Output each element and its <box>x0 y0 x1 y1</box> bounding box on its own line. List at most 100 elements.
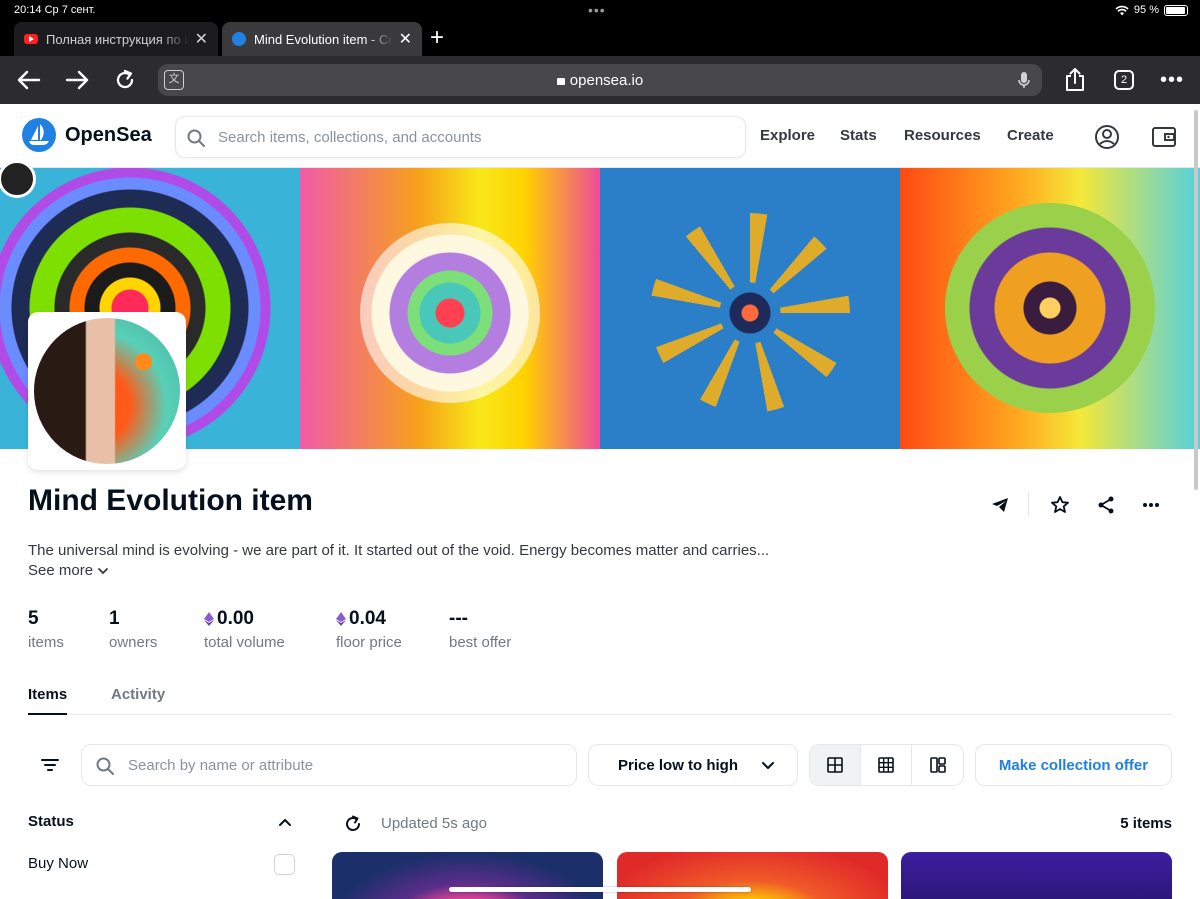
items-count: 5 items <box>1120 815 1172 832</box>
masonry-icon <box>929 757 946 773</box>
tab-title: Полная инструкция по и <box>46 31 189 47</box>
large-grid-button[interactable] <box>810 745 861 785</box>
tab-activity[interactable]: Activity <box>111 686 165 715</box>
banner-artwork-3 <box>600 168 900 449</box>
stat-label: total volume <box>204 634 285 651</box>
back-icon[interactable] <box>14 56 44 104</box>
account-icon[interactable] <box>1094 124 1120 150</box>
reload-icon[interactable] <box>112 56 138 104</box>
opensea-boat-icon <box>22 118 56 152</box>
item-search-input[interactable] <box>128 745 558 785</box>
masonry-button[interactable] <box>912 745 963 785</box>
close-tab-icon[interactable]: ✕ <box>195 29 208 49</box>
stat-label: items <box>28 634 64 651</box>
status-bar: 20:14 Ср 7 сент. ••• 95 % <box>0 0 1200 22</box>
search-icon <box>96 757 114 775</box>
item-search[interactable] <box>81 744 577 786</box>
wallet-icon[interactable] <box>1151 124 1177 150</box>
collection-title: Mind Evolution item <box>28 484 313 517</box>
stat-best-offer: --- best offer <box>449 608 511 651</box>
tab-strip: Полная инструкция по и ✕ Mind Evolution … <box>0 22 1200 56</box>
tab-overview-button[interactable]: 2 <box>1112 56 1136 104</box>
refresh-icon[interactable] <box>344 815 362 833</box>
more-options-icon[interactable] <box>1142 495 1160 515</box>
favorite-star-icon[interactable] <box>1050 495 1070 515</box>
stat-total-volume: 0.00 total volume <box>204 608 285 651</box>
stat-label: best offer <box>449 634 512 651</box>
global-search[interactable] <box>175 116 746 158</box>
stat-owners: 1 owners <box>109 608 157 651</box>
battery-icon <box>1164 4 1188 16</box>
new-tab-icon[interactable]: + <box>430 24 444 52</box>
stat-value: 0.04 <box>336 608 402 630</box>
status-time: 20:14 Ср 7 сент. <box>14 4 96 16</box>
banner-eye-emblem <box>0 160 38 202</box>
global-search-input[interactable] <box>218 117 718 157</box>
see-more-label: See more <box>28 562 94 579</box>
status-filter-header[interactable]: Status <box>28 813 74 830</box>
address-bar[interactable]: 文 opensea.io <box>158 64 1042 96</box>
more-menu-icon[interactable]: ••• <box>1158 56 1186 104</box>
url-text: opensea.io <box>158 72 1042 89</box>
action-divider <box>1028 492 1029 516</box>
stat-value: 1 <box>109 608 120 629</box>
banner-artwork-4 <box>900 168 1200 449</box>
youtube-favicon-icon <box>24 34 38 44</box>
telegram-icon[interactable] <box>990 495 1010 515</box>
search-icon <box>187 129 205 147</box>
close-tab-icon[interactable]: ✕ <box>399 29 412 49</box>
nav-resources[interactable]: Resources <box>904 127 981 144</box>
sort-dropdown[interactable]: Price low to high <box>588 744 798 786</box>
browser-toolbar: 文 opensea.io 2 ••• <box>0 56 1200 104</box>
stat-value: 5 <box>28 608 39 629</box>
chevron-down-icon <box>98 567 108 574</box>
nav-explore[interactable]: Explore <box>760 127 815 144</box>
share-icon[interactable] <box>1096 495 1116 515</box>
eth-icon <box>336 612 346 626</box>
nft-card[interactable] <box>901 852 1172 899</box>
page-scrollbar[interactable] <box>1194 110 1198 490</box>
stat-label: owners <box>109 634 158 651</box>
buy-now-filter-label: Buy Now <box>28 855 89 872</box>
nav-stats[interactable]: Stats <box>840 127 877 144</box>
collection-actions <box>984 490 1172 520</box>
collection-description: The universal mind is evolving - we are … <box>28 542 770 559</box>
buy-now-checkbox[interactable] <box>274 854 295 875</box>
forward-icon[interactable] <box>62 56 92 104</box>
see-more-toggle[interactable]: See more <box>28 562 110 579</box>
stat-items: 5 items <box>28 608 64 651</box>
avatar-image <box>34 318 180 464</box>
eth-icon <box>204 612 214 626</box>
filter-icon[interactable] <box>40 756 60 774</box>
battery-percent: 95 % <box>1133 4 1159 16</box>
banner-artwork-2 <box>300 168 600 449</box>
nav-create[interactable]: Create <box>1007 127 1054 144</box>
browser-tab-youtube[interactable]: Полная инструкция по и ✕ <box>14 22 218 56</box>
opensea-logo[interactable]: OpenSea <box>22 118 152 152</box>
stat-label: floor price <box>336 634 402 651</box>
multitasking-dots-icon[interactable]: ••• <box>588 2 606 18</box>
share-page-icon[interactable] <box>1062 56 1088 104</box>
tab-items[interactable]: Items <box>28 686 68 715</box>
tab-count: 2 <box>1114 70 1134 90</box>
small-grid-icon <box>878 757 894 773</box>
make-collection-offer-button[interactable]: Make collection offer <box>975 744 1172 786</box>
collection-avatar <box>28 312 186 470</box>
browser-tab-opensea[interactable]: Mind Evolution item - Col ✕ <box>222 22 422 56</box>
microphone-icon[interactable] <box>1018 71 1030 89</box>
large-grid-icon <box>827 757 843 773</box>
status-right: 95 % <box>1115 4 1188 16</box>
opensea-favicon-icon <box>232 32 246 46</box>
home-indicator[interactable] <box>449 887 751 892</box>
lock-icon <box>556 78 565 85</box>
stat-value: --- <box>449 608 468 629</box>
sort-selected-value: Price low to high <box>618 756 739 774</box>
small-grid-button[interactable] <box>861 745 912 785</box>
collection-tabs: Items Activity <box>28 686 1172 715</box>
last-updated-text: Updated 5s ago <box>381 815 487 832</box>
chevron-up-icon[interactable] <box>278 816 292 828</box>
tab-title: Mind Evolution item - Col <box>254 31 393 47</box>
grid-view-toggle <box>809 744 964 786</box>
site-header: OpenSea Explore Stats Resources Create <box>0 104 1200 168</box>
chevron-down-icon <box>762 762 774 769</box>
